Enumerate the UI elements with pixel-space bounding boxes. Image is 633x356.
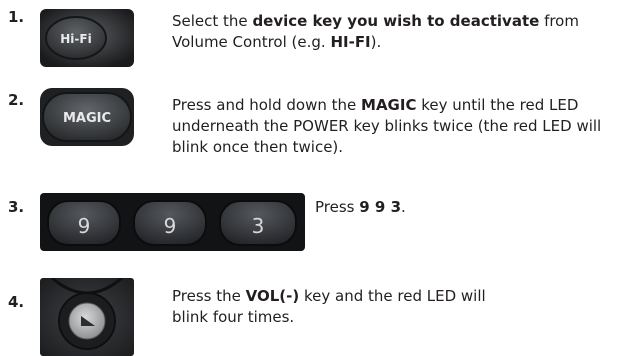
step-1-text-a: Select the (172, 12, 253, 30)
step-1-text-e: ). (370, 33, 382, 51)
step-4-text-c: key and the red LED will (299, 287, 486, 305)
magic-key-label: MAGIC (63, 111, 111, 126)
step-1-text-d: HI-FI (330, 33, 371, 51)
step-2-text: Press and hold down the MAGIC key until … (172, 95, 627, 158)
step-2-text-b: MAGIC (361, 96, 417, 114)
step-4-number: 4. (8, 293, 25, 311)
number-key-1-label: 9 (78, 214, 91, 238)
step-3-number: 3. (8, 198, 25, 216)
number-key-2: 9 (133, 200, 207, 246)
number-key-1: 9 (47, 200, 121, 246)
number-keys-image: 9 9 3 (40, 193, 305, 251)
step-4-text-d: blink four times. (172, 308, 295, 326)
step-4-text: Press the VOL(-) key and the red LED wil… (172, 286, 502, 328)
step-3-text-b: 9 9 3 (359, 198, 402, 216)
step-3-text-c: . (401, 198, 406, 216)
step-1-text-b: device key you wish to deactivate (252, 12, 540, 30)
instruction-page: { "steps": [ { "number": "1.", "key_labe… (0, 0, 633, 356)
vol-key-image (40, 278, 134, 356)
magic-key-image: MAGIC (40, 88, 134, 146)
step-4-text-a: Press the (172, 287, 246, 305)
step-1-number: 1. (8, 8, 25, 26)
step-2-number: 2. (8, 91, 25, 109)
hifi-key-image: Hi-Fi (40, 9, 134, 67)
step-3-text: Press 9 9 3. (315, 197, 615, 218)
step-2-text-a: Press and hold down the (172, 96, 362, 114)
step-4-text-b: VOL(-) (245, 287, 300, 305)
hifi-key-label: Hi-Fi (60, 32, 91, 46)
number-key-3-label: 3 (252, 214, 265, 238)
step-3-text-a: Press (315, 198, 360, 216)
step-1-text: Select the device key you wish to deacti… (172, 11, 592, 53)
number-key-3: 3 (219, 200, 297, 246)
number-key-2-label: 9 (164, 214, 177, 238)
